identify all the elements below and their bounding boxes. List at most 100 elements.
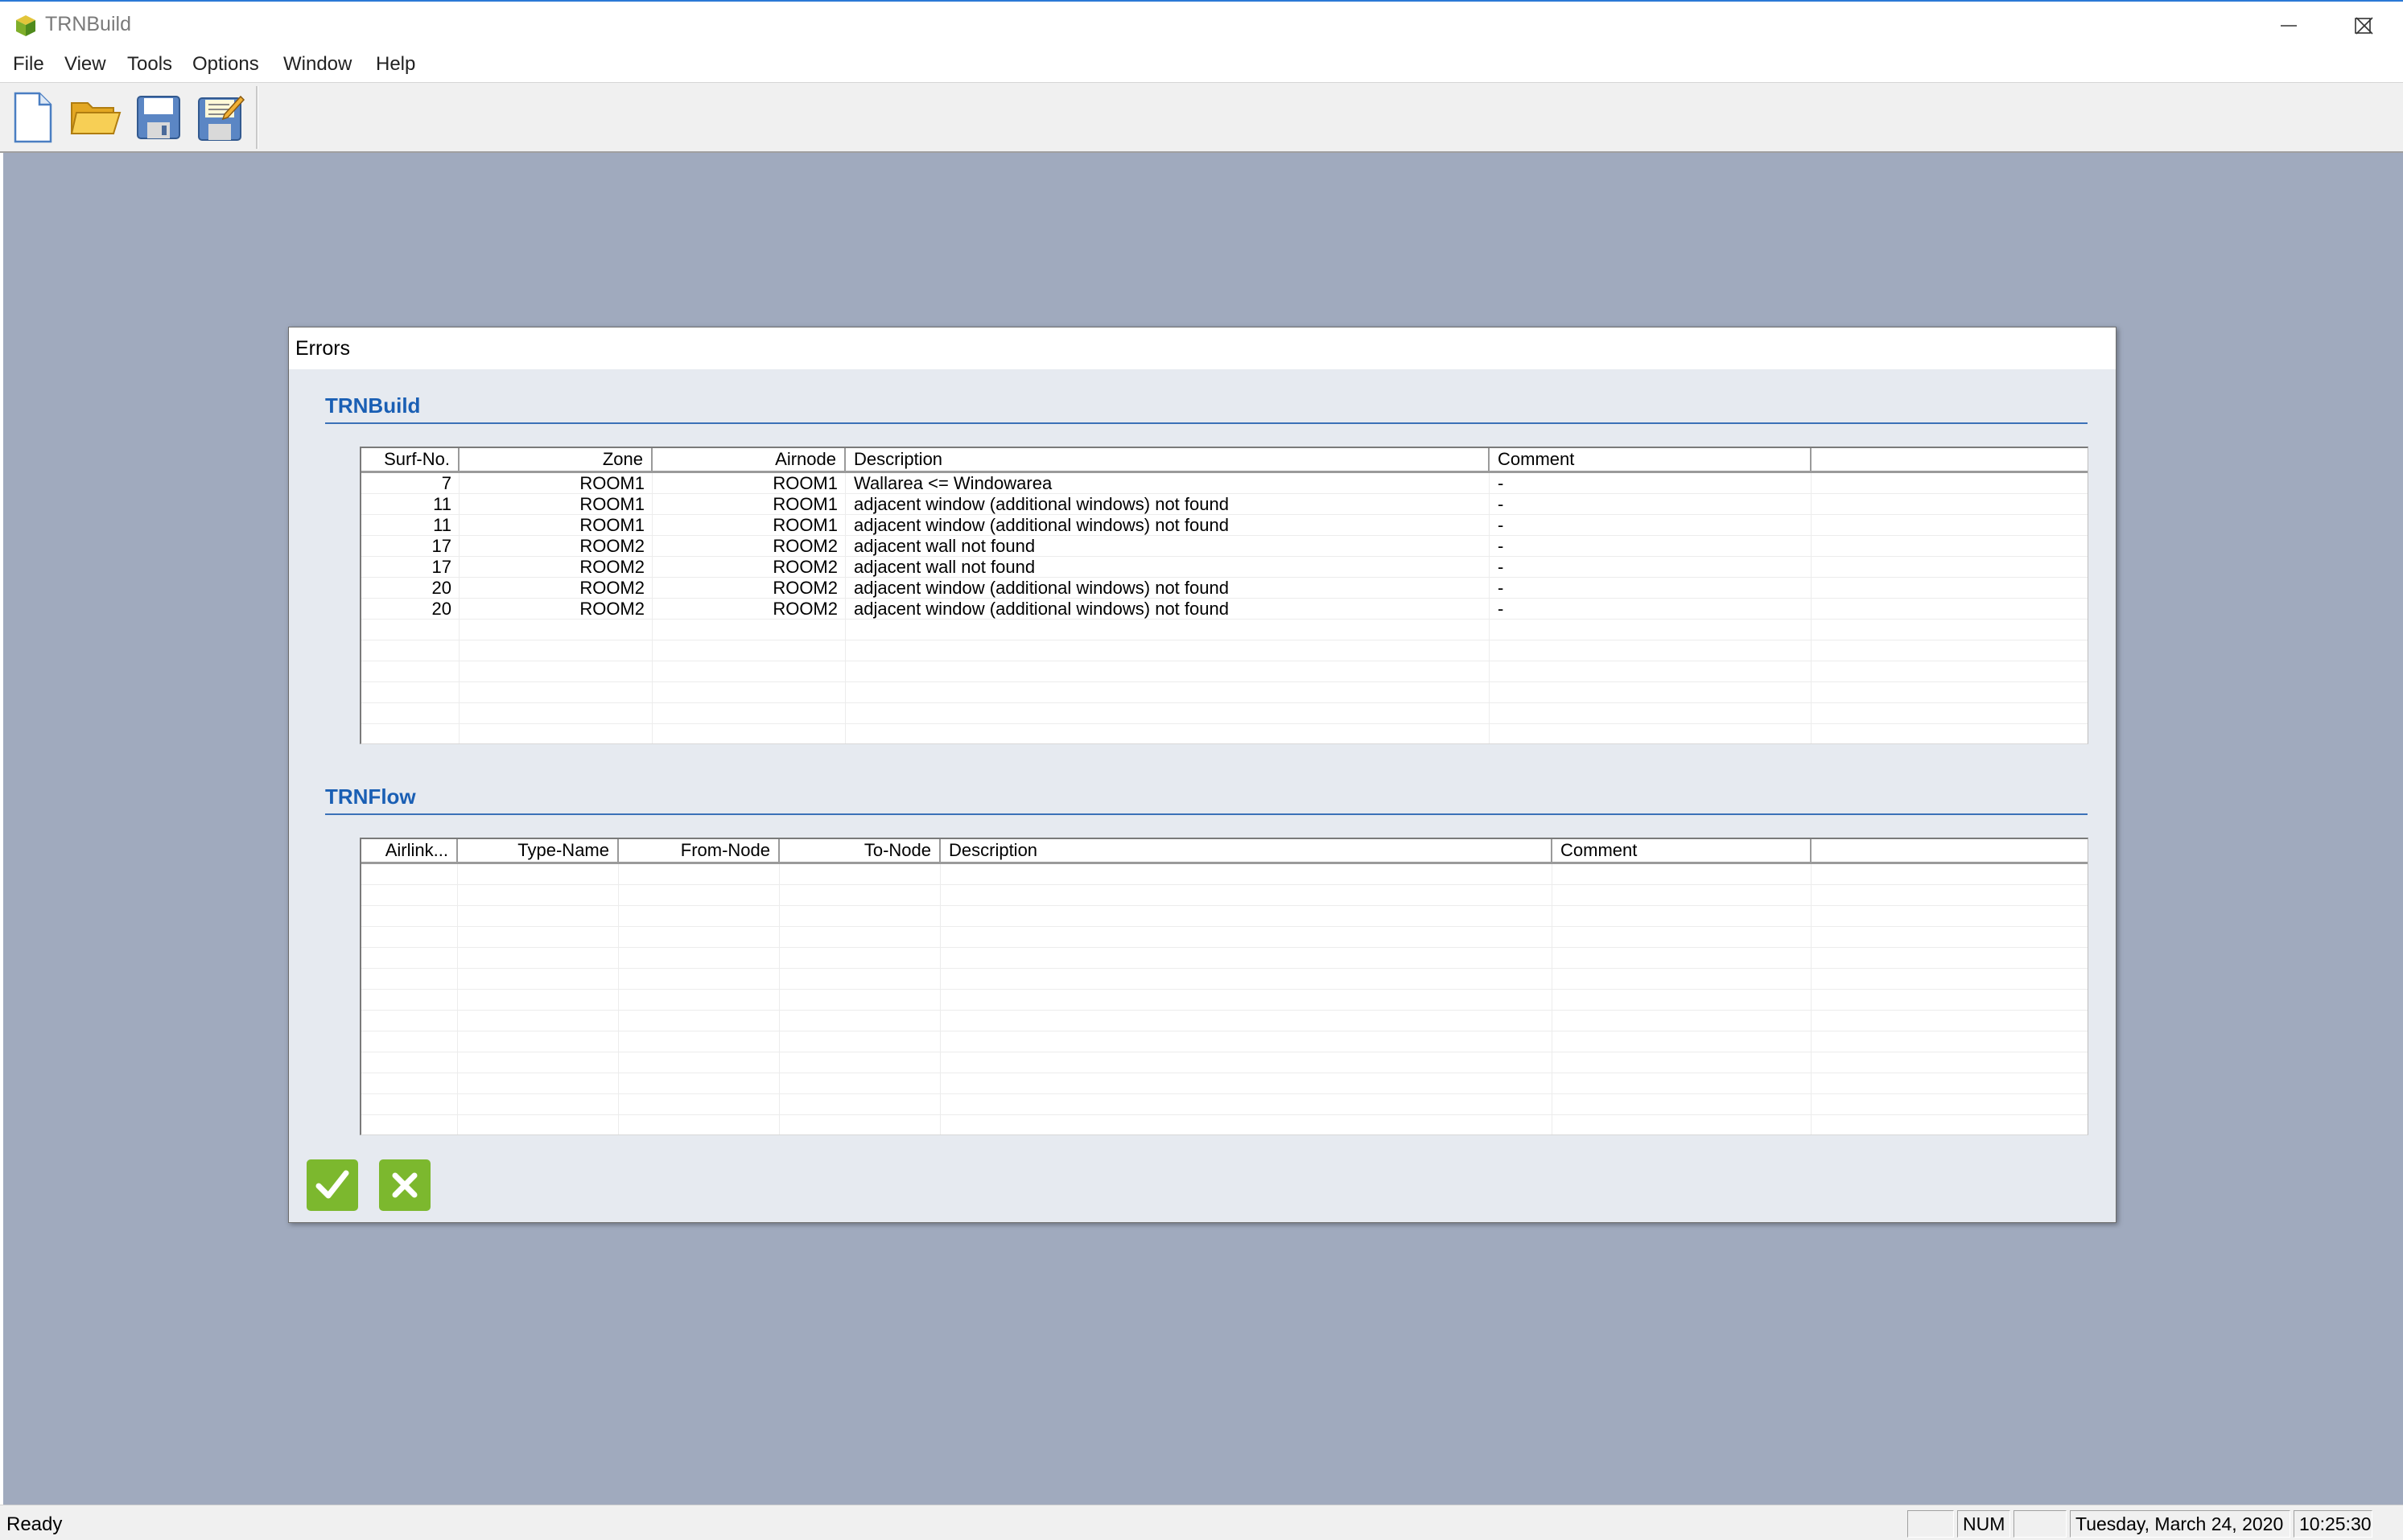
table-cell: -: [1498, 494, 1504, 514]
table-cell: adjacent wall not found: [854, 557, 1036, 577]
menu-options[interactable]: Options: [192, 53, 259, 76]
trnflow-heading: TRNFlow: [325, 784, 416, 809]
table-row[interactable]: [361, 1094, 2088, 1115]
column-header[interactable]: Type-Name: [458, 839, 619, 862]
cancel-x-icon: [392, 1172, 418, 1198]
table-row[interactable]: [361, 864, 2088, 885]
table-row[interactable]: 11 ROOM1 ROOM1 adjacent window (additional …: [361, 515, 2088, 536]
save-icon: [137, 96, 180, 139]
menu-view[interactable]: View: [64, 53, 106, 76]
table-cell: -: [1498, 536, 1504, 556]
table-row[interactable]: [361, 990, 2088, 1011]
minimize-icon: [2281, 25, 2297, 27]
status-pane-date: Tuesday, March 24, 2020: [2070, 1510, 2290, 1538]
table-cell: 11: [433, 515, 451, 535]
table-cell: ROOM2: [579, 557, 645, 577]
table-cell: -: [1498, 473, 1504, 493]
close-icon: [2356, 17, 2373, 35]
table-row[interactable]: [361, 1011, 2088, 1031]
table-cell: ROOM1: [773, 473, 838, 493]
menu-file[interactable]: File: [13, 53, 44, 76]
column-header[interactable]: Comment: [1490, 448, 1812, 471]
dialog-title-bar: Errors: [289, 327, 2116, 369]
table-row[interactable]: [361, 640, 2088, 661]
save-button[interactable]: [130, 89, 187, 146]
table-cell: ROOM2: [579, 578, 645, 598]
table-header: Airlink... Type-Name From-Node To-Node Descr…: [361, 839, 2088, 864]
column-header[interactable]: From-Node: [619, 839, 780, 862]
column-header[interactable]: Airnode: [653, 448, 846, 471]
table-cell: ROOM2: [773, 557, 838, 577]
table-row[interactable]: [361, 969, 2088, 990]
dialog-title: Errors: [295, 337, 351, 360]
menu-help[interactable]: Help: [376, 53, 415, 76]
table-row[interactable]: 17 ROOM2 ROOM2 adjacent wall not found -: [361, 536, 2088, 557]
column-header[interactable]: [1812, 839, 2088, 862]
table-cell: 11: [433, 494, 451, 514]
trnflow-error-table[interactable]: Airlink... Type-Name From-Node To-Node Descr…: [360, 838, 2088, 1135]
table-row[interactable]: 7 ROOM1 ROOM1 Wallarea <= Windowarea -: [361, 473, 2088, 494]
table-row[interactable]: 17 ROOM2 ROOM2 adjacent wall not found -: [361, 557, 2088, 578]
status-text: Ready: [6, 1513, 63, 1535]
table-row[interactable]: 11 ROOM1 ROOM1 adjacent window (additional …: [361, 494, 2088, 515]
column-header[interactable]: Surf-No.: [361, 448, 460, 471]
table-cell: ROOM2: [773, 536, 838, 556]
status-bar: Ready NUM Tuesday, March 24, 2020 10:25:…: [0, 1505, 2403, 1540]
trnbuild-error-table[interactable]: Surf-No. Zone Airnode Description Comment 7 RO…: [360, 447, 2088, 744]
table-row[interactable]: [361, 1073, 2088, 1094]
table-cell: -: [1498, 557, 1504, 577]
table-cell: 17: [431, 557, 451, 577]
column-header[interactable]: Comment: [1552, 839, 1812, 862]
table-row[interactable]: [361, 1031, 2088, 1052]
save-as-icon: [198, 95, 245, 141]
table-cell: adjacent window (additional windows) not…: [854, 599, 1229, 619]
new-file-button[interactable]: [5, 89, 61, 146]
table-cell: ROOM1: [579, 515, 645, 535]
trnflow-divider: [325, 813, 2088, 815]
table-row[interactable]: [361, 661, 2088, 682]
table-cell: 20: [431, 599, 451, 619]
column-header[interactable]: Zone: [460, 448, 653, 471]
column-header[interactable]: Airlink...: [361, 839, 458, 862]
table-cell: ROOM2: [579, 536, 645, 556]
table-cell: -: [1498, 599, 1504, 619]
status-pane-num: NUM: [1957, 1510, 2010, 1538]
ok-button[interactable]: [307, 1159, 358, 1211]
table-header: Surf-No. Zone Airnode Description Comment: [361, 448, 2088, 473]
open-folder-button[interactable]: [68, 89, 124, 146]
table-row[interactable]: [361, 1115, 2088, 1134]
table-cell: 20: [431, 578, 451, 598]
menu-window[interactable]: Window: [283, 53, 352, 76]
column-header[interactable]: [1812, 448, 2088, 471]
table-cell: adjacent window (additional windows) not…: [854, 515, 1229, 535]
new-file-icon: [14, 92, 52, 143]
table-cell: adjacent window (additional windows) not…: [854, 578, 1229, 598]
table-cell: ROOM2: [773, 599, 838, 619]
table-row[interactable]: [361, 682, 2088, 703]
table-row[interactable]: [361, 906, 2088, 927]
close-button[interactable]: [2327, 2, 2401, 50]
menu-tools[interactable]: Tools: [127, 53, 172, 76]
table-row[interactable]: [361, 948, 2088, 969]
table-row[interactable]: [361, 885, 2088, 906]
table-row[interactable]: 20 ROOM2 ROOM2 adjacent window (additional …: [361, 578, 2088, 599]
table-cell: ROOM1: [579, 473, 645, 493]
table-row[interactable]: [361, 724, 2088, 743]
column-header[interactable]: To-Node: [780, 839, 941, 862]
column-header[interactable]: Description: [941, 839, 1552, 862]
cancel-button[interactable]: [379, 1159, 431, 1211]
table-row[interactable]: [361, 927, 2088, 948]
table-row[interactable]: [361, 620, 2088, 640]
minimize-button[interactable]: [2252, 2, 2326, 50]
table-cell: Wallarea <= Windowarea: [854, 473, 1053, 493]
table-cell: -: [1498, 515, 1504, 535]
table-row[interactable]: 20 ROOM2 ROOM2 adjacent window (additional …: [361, 599, 2088, 620]
table-row[interactable]: [361, 703, 2088, 724]
table-cell: 7: [441, 473, 451, 493]
trnbuild-heading: TRNBuild: [325, 393, 421, 418]
column-header[interactable]: Description: [846, 448, 1490, 471]
status-pane-caps: [1907, 1510, 1954, 1538]
table-row[interactable]: [361, 1052, 2088, 1073]
table-cell: ROOM2: [773, 578, 838, 598]
save-as-button[interactable]: [193, 89, 249, 146]
